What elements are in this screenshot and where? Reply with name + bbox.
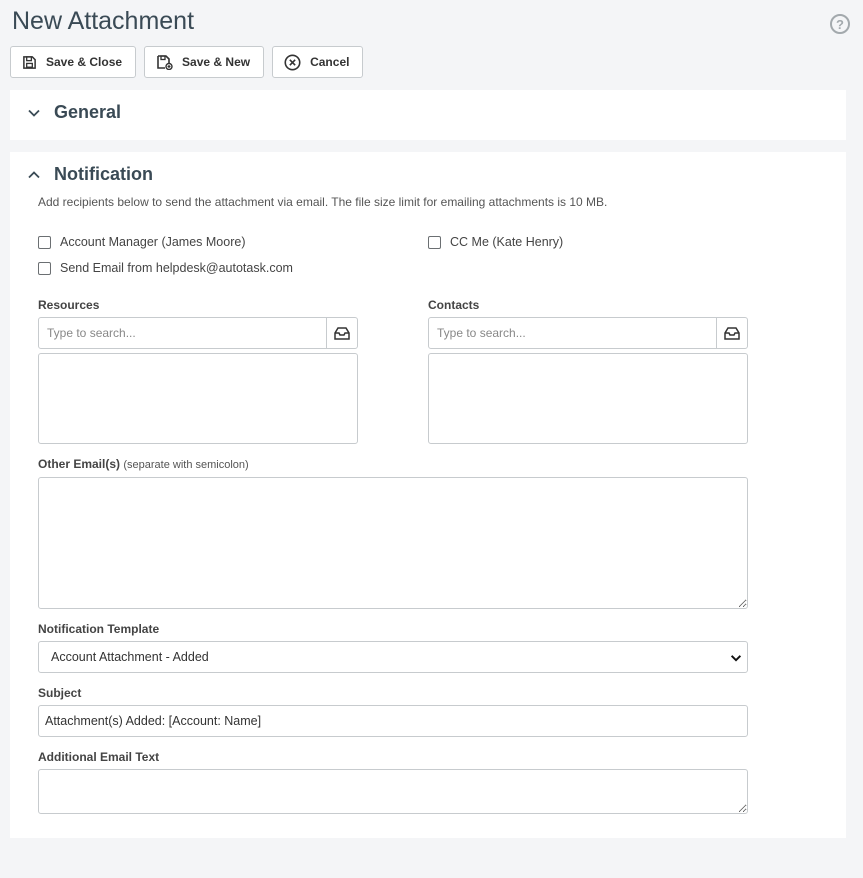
save-new-button[interactable]: Save & New — [144, 46, 265, 78]
cc-me-label: CC Me (Kate Henry) — [450, 235, 564, 249]
contacts-search-input[interactable] — [429, 318, 716, 348]
account-manager-option: Account Manager (James Moore) — [38, 235, 246, 249]
notification-template-value: Account Attachment - Added — [51, 650, 209, 664]
subject-field[interactable]: Attachment(s) Added: [Account: Name] — [38, 705, 748, 737]
send-email-from-checkbox[interactable] — [38, 261, 51, 275]
additional-text-field[interactable] — [38, 769, 748, 814]
subject-label: Subject — [38, 686, 82, 700]
notification-title: Notification — [54, 164, 153, 184]
chevron-down-icon — [28, 109, 40, 117]
other-emails-hint: (separate with semicolon) — [123, 459, 249, 471]
send-email-from-option: Send Email from helpdesk@autotask.com — [38, 261, 293, 275]
save-new-icon — [157, 55, 173, 70]
cc-me-option: CC Me (Kate Henry) — [428, 235, 563, 249]
cancel-button[interactable]: Cancel — [272, 46, 364, 78]
resources-label: Resources — [38, 298, 100, 312]
save-new-label: Save & New — [182, 55, 251, 69]
contacts-label: Contacts — [428, 298, 480, 312]
chevron-up-icon — [28, 170, 40, 178]
contacts-list[interactable] — [428, 353, 748, 444]
additional-text-label: Additional Email Text — [38, 750, 160, 764]
inbox-icon — [724, 327, 740, 340]
chevron-down-icon — [730, 655, 742, 662]
general-panel: General — [10, 90, 846, 140]
other-emails-label: Other Email(s) (separate with semicolon) — [38, 457, 249, 471]
subject-value: Attachment(s) Added: [Account: Name] — [45, 714, 262, 728]
save-close-label: Save & Close — [46, 55, 123, 69]
general-title: General — [54, 102, 122, 122]
save-close-button[interactable]: Save & Close — [10, 46, 137, 78]
notification-header[interactable]: Notification — [26, 164, 153, 185]
save-icon — [23, 55, 36, 69]
other-emails-label-text: Other Email(s) — [38, 457, 121, 471]
other-emails-field[interactable] — [38, 477, 748, 609]
notification-description: Add recipients below to send the attachm… — [38, 195, 608, 209]
inbox-icon — [334, 327, 350, 340]
page-title: New Attachment — [12, 7, 195, 35]
resources-picker-button[interactable] — [326, 318, 357, 348]
question-circle-icon[interactable]: ? — [830, 14, 850, 34]
resources-search-input[interactable] — [39, 318, 326, 348]
account-manager-checkbox[interactable] — [38, 235, 51, 249]
resources-list[interactable] — [38, 353, 358, 444]
contacts-search — [428, 317, 748, 349]
cancel-circle-icon — [284, 53, 301, 71]
cancel-label: Cancel — [310, 55, 350, 69]
general-header[interactable]: General — [26, 102, 121, 123]
account-manager-label: Account Manager (James Moore) — [60, 235, 246, 249]
contacts-picker-button[interactable] — [716, 318, 747, 348]
toolbar: Save & Close Save & New Cancel — [10, 46, 364, 78]
notification-template-select[interactable]: Account Attachment - Added — [38, 641, 748, 673]
notification-template-label: Notification Template — [38, 622, 160, 636]
send-email-from-label: Send Email from helpdesk@autotask.com — [60, 261, 293, 275]
resources-search — [38, 317, 358, 349]
cc-me-checkbox[interactable] — [428, 235, 441, 249]
notification-panel: Notification Add recipients below to sen… — [10, 152, 846, 838]
